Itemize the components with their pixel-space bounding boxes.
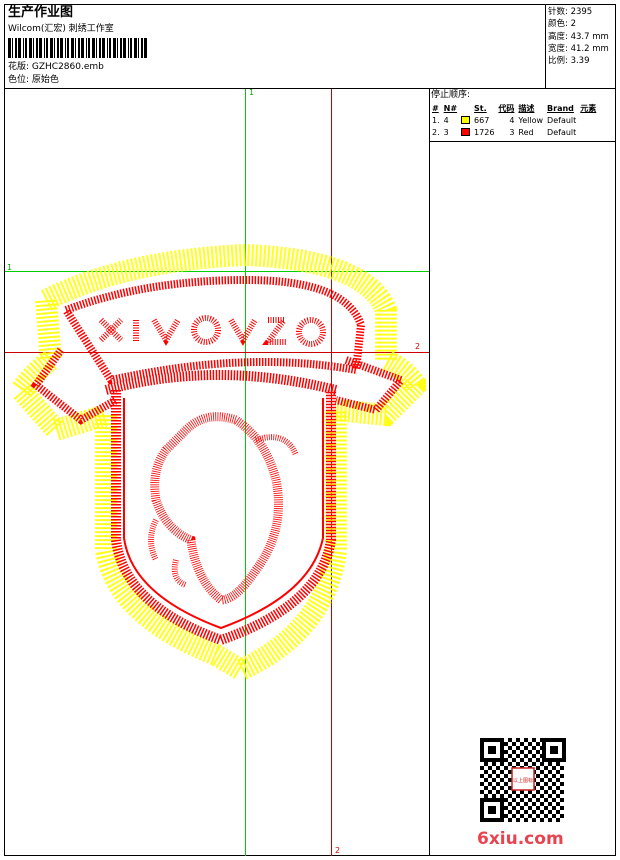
row-element — [578, 114, 598, 126]
col-description: 描述 — [518, 103, 535, 113]
page-title: 生产作业图 — [8, 5, 74, 20]
row-stitches: 667 — [474, 115, 490, 125]
panel-divider — [429, 88, 430, 856]
color-position: 色位: 原始色 — [8, 75, 59, 85]
col-swatch — [459, 102, 472, 114]
site-watermark: 6xiu.com — [477, 829, 564, 849]
yellow-outline — [6, 243, 426, 683]
col-stitches: St. — [474, 103, 487, 113]
yellow-swatch — [461, 116, 471, 124]
row-swatch — [459, 126, 472, 138]
stop-sequence-title: 停止顺序: — [431, 90, 471, 100]
design-filename: 花版: GZHC2860.emb — [8, 62, 104, 72]
qr-code: 以上图标 — [480, 738, 566, 822]
row-needle: 4 — [443, 115, 449, 125]
table-row: 2. 3 1726 3 Red Default — [430, 126, 598, 138]
header-divider — [4, 88, 616, 89]
row-needle: 3 — [443, 127, 449, 137]
row-brand: Default — [547, 115, 577, 125]
stitch-count: 针数: 2395 — [548, 7, 593, 17]
thread-table: # N# St. 代码 描述 Brand 元素 1. 4 667 4 Yello… — [430, 102, 598, 138]
embroidery-design — [6, 243, 426, 683]
design-height: 高度: 43.7 mm — [548, 31, 609, 42]
axis-label-v2: 2 — [335, 846, 341, 855]
ribbon-lettering — [98, 315, 326, 347]
row-index: 2. — [432, 127, 440, 137]
axis-label-v1: 1 — [249, 88, 255, 97]
specs-panel: 针数: 2395 颜色: 2 高度: 43.7 mm 宽度: 41.2 mm 比… — [548, 6, 609, 67]
row-code: 3 — [509, 127, 515, 137]
row-index: 1. — [432, 115, 440, 125]
thread-table-header: # N# St. 代码 描述 Brand 元素 — [430, 102, 598, 114]
row-stitches: 1726 — [474, 127, 495, 137]
col-element: 元素 — [580, 103, 597, 113]
barcode — [8, 38, 147, 58]
col-code: 代码 — [498, 103, 515, 113]
row-swatch — [459, 114, 472, 126]
col-brand: Brand — [547, 103, 574, 113]
row-description: Yellow — [518, 115, 544, 125]
col-index: # — [432, 103, 439, 113]
color-count: 颜色: 2 — [548, 19, 576, 30]
design-scale: 比例: 3.39 — [548, 56, 590, 67]
row-description: Red — [518, 127, 534, 137]
row-element — [578, 126, 598, 138]
row-code: 4 — [509, 115, 515, 125]
specs-divider — [545, 4, 546, 88]
lion-emblem — [148, 412, 299, 605]
qr-seal: 以上图标 — [513, 777, 533, 784]
row-brand: Default — [547, 127, 577, 137]
table-row: 1. 4 667 4 Yellow Default — [430, 114, 598, 126]
stop-table-divider — [429, 141, 616, 142]
design-width: 宽度: 41.2 mm — [548, 43, 609, 54]
studio-subtitle: Wilcom(汇宏) 刺绣工作室 — [8, 24, 114, 34]
red-swatch — [461, 128, 471, 136]
col-needle: N# — [443, 103, 458, 113]
